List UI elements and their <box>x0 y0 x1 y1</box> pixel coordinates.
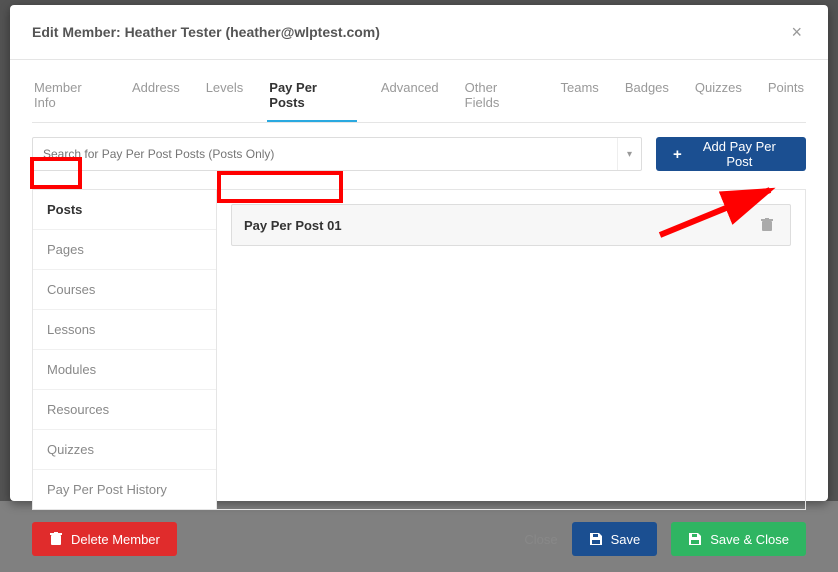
tab-points[interactable]: Points <box>766 72 806 122</box>
save-close-label: Save & Close <box>710 532 789 547</box>
tab-member-info[interactable]: Member Info <box>32 72 108 122</box>
category-courses[interactable]: Courses <box>33 269 216 309</box>
save-label: Save <box>611 532 641 547</box>
record-row: Pay Per Post 01 <box>231 204 791 246</box>
category-list: Posts Pages Courses Lessons Modules Reso… <box>32 189 217 510</box>
tab-pay-per-posts[interactable]: Pay Per Posts <box>267 72 357 122</box>
trash-icon <box>49 532 63 546</box>
category-resources[interactable]: Resources <box>33 389 216 429</box>
add-pay-per-post-button[interactable]: + Add Pay Per Post <box>656 137 806 171</box>
delete-member-button[interactable]: Delete Member <box>32 522 177 556</box>
save-button[interactable]: Save <box>572 522 658 556</box>
add-button-label: Add Pay Per Post <box>690 139 789 169</box>
tab-address[interactable]: Address <box>130 72 182 122</box>
edit-member-modal: Edit Member: Heather Tester (heather@wlp… <box>10 5 828 501</box>
modal-title: Edit Member: Heather Tester (heather@wlp… <box>32 24 380 40</box>
tab-teams[interactable]: Teams <box>559 72 601 122</box>
delete-member-label: Delete Member <box>71 532 160 547</box>
tab-bar: Member Info Address Levels Pay Per Posts… <box>32 72 806 123</box>
tab-advanced[interactable]: Advanced <box>379 72 441 122</box>
tab-badges[interactable]: Badges <box>623 72 671 122</box>
modal-footer: Delete Member Close Save Save & Close <box>10 510 828 572</box>
category-lessons[interactable]: Lessons <box>33 309 216 349</box>
modal-body: Member Info Address Levels Pay Per Posts… <box>10 60 828 510</box>
category-pages[interactable]: Pages <box>33 229 216 269</box>
save-icon <box>589 532 603 546</box>
records-panel: Pay Per Post 01 <box>217 189 806 510</box>
save-close-button[interactable]: Save & Close <box>671 522 806 556</box>
save-icon <box>688 532 702 546</box>
tab-levels[interactable]: Levels <box>204 72 246 122</box>
plus-icon: + <box>673 147 682 162</box>
category-posts[interactable]: Posts <box>33 190 216 229</box>
search-select[interactable]: ▾ <box>32 137 642 171</box>
close-icon[interactable]: × <box>783 19 810 45</box>
chevron-down-icon[interactable]: ▾ <box>617 138 641 170</box>
search-row: ▾ + Add Pay Per Post <box>32 137 806 171</box>
category-modules[interactable]: Modules <box>33 349 216 389</box>
tab-quizzes[interactable]: Quizzes <box>693 72 744 122</box>
record-label: Pay Per Post 01 <box>244 218 342 233</box>
delete-record-button[interactable] <box>756 214 778 236</box>
modal-header: Edit Member: Heather Tester (heather@wlp… <box>10 5 828 60</box>
tab-other-fields[interactable]: Other Fields <box>463 72 537 122</box>
trash-icon <box>761 218 773 232</box>
category-pay-per-post-history[interactable]: Pay Per Post History <box>33 469 216 509</box>
category-quizzes[interactable]: Quizzes <box>33 429 216 469</box>
close-button[interactable]: Close <box>524 532 557 547</box>
content-row: Posts Pages Courses Lessons Modules Reso… <box>32 189 806 510</box>
search-input[interactable] <box>33 147 617 161</box>
